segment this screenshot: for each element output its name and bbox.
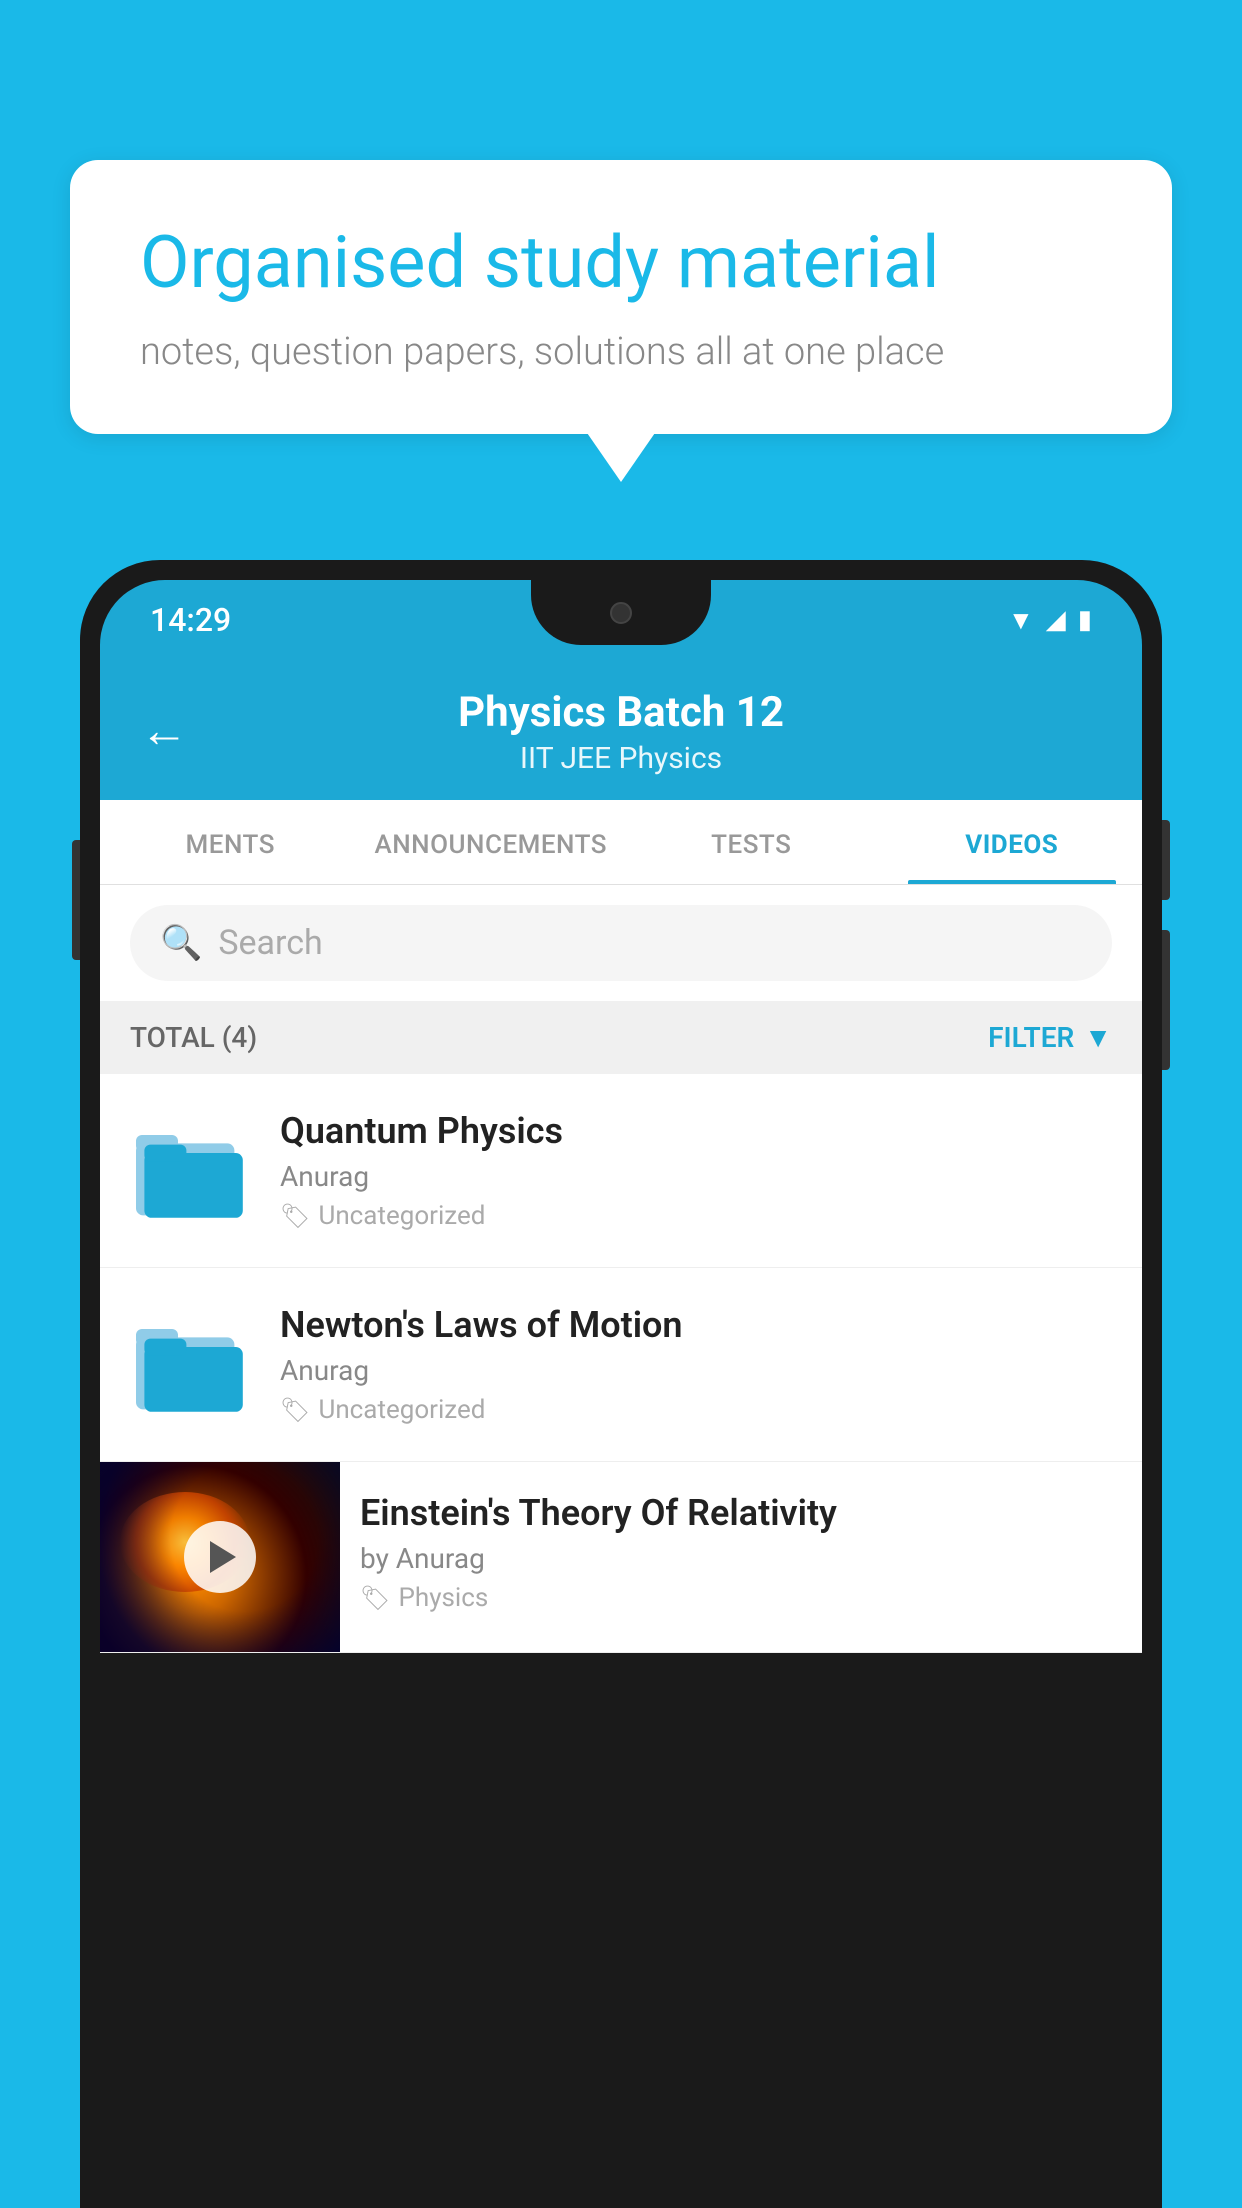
tag-icon: 🏷 xyxy=(360,1584,390,1612)
list-item[interactable]: Einstein's Theory Of Relativity by Anura… xyxy=(100,1462,1142,1653)
volume-down-button xyxy=(1162,930,1170,1070)
video-info: Quantum Physics Anurag 🏷 Uncategorized xyxy=(280,1110,1112,1231)
signal-icon: ◢ xyxy=(1046,605,1066,635)
play-triangle-icon xyxy=(210,1541,236,1573)
video-title: Einstein's Theory Of Relativity xyxy=(360,1492,1122,1534)
video-author: Anurag xyxy=(280,1160,1112,1193)
phone-notch xyxy=(531,580,711,645)
tab-videos[interactable]: VIDEOS xyxy=(882,800,1143,884)
video-tag: 🏷 Uncategorized xyxy=(280,1395,1112,1425)
video-tag: 🏷 Uncategorized xyxy=(280,1201,1112,1231)
tab-assignments[interactable]: MENTS xyxy=(100,800,361,884)
volume-button xyxy=(72,840,80,960)
folder-thumbnail xyxy=(130,1116,250,1226)
video-title: Newton's Laws of Motion xyxy=(280,1304,1112,1346)
search-icon: 🔍 xyxy=(160,923,202,963)
promo-section: Organised study material notes, question… xyxy=(70,160,1172,434)
phone-frame: 14:29 ▼ ◢ ▮ ← Physics Batch 12 IIT JEE P… xyxy=(80,560,1162,2208)
batch-subtitle: IIT JEE Physics xyxy=(140,741,1102,776)
search-section: 🔍 Search xyxy=(100,885,1142,1001)
total-count: TOTAL (4) xyxy=(130,1021,257,1054)
filter-icon: ▼ xyxy=(1084,1021,1112,1054)
status-time: 14:29 xyxy=(150,601,231,639)
app-header: ← Physics Batch 12 IIT JEE Physics xyxy=(100,660,1142,800)
tag-icon: 🏷 xyxy=(280,1396,310,1424)
list-item[interactable]: Quantum Physics Anurag 🏷 Uncategorized xyxy=(100,1074,1142,1268)
video-author: by Anurag xyxy=(360,1542,1122,1575)
batch-title: Physics Batch 12 xyxy=(140,688,1102,737)
phone-screen: 14:29 ▼ ◢ ▮ ← Physics Batch 12 IIT JEE P… xyxy=(100,580,1142,2188)
power-button xyxy=(1162,820,1170,900)
play-button[interactable] xyxy=(184,1521,256,1593)
promo-title: Organised study material xyxy=(140,220,1102,306)
front-camera xyxy=(610,602,632,624)
filter-bar: TOTAL (4) FILTER ▼ xyxy=(100,1001,1142,1074)
video-tag: 🏷 Physics xyxy=(360,1583,1122,1613)
video-author: Anurag xyxy=(280,1354,1112,1387)
thumbnail-image xyxy=(100,1462,340,1652)
video-info: Einstein's Theory Of Relativity by Anura… xyxy=(340,1462,1142,1643)
folder-icon xyxy=(130,1310,250,1420)
video-info: Newton's Laws of Motion Anurag 🏷 Uncateg… xyxy=(280,1304,1112,1425)
battery-icon: ▮ xyxy=(1078,605,1092,635)
filter-button[interactable]: FILTER ▼ xyxy=(988,1021,1112,1054)
back-button[interactable]: ← xyxy=(140,702,188,759)
status-bar: 14:29 ▼ ◢ ▮ xyxy=(100,580,1142,660)
promo-subtitle: notes, question papers, solutions all at… xyxy=(140,330,1102,374)
tab-announcements[interactable]: ANNOUNCEMENTS xyxy=(361,800,622,884)
search-bar[interactable]: 🔍 Search xyxy=(130,905,1112,981)
search-input[interactable]: Search xyxy=(218,923,322,963)
folder-icon xyxy=(130,1116,250,1226)
list-item[interactable]: Newton's Laws of Motion Anurag 🏷 Uncateg… xyxy=(100,1268,1142,1462)
speech-bubble: Organised study material notes, question… xyxy=(70,160,1172,434)
status-icons: ▼ ◢ ▮ xyxy=(1008,605,1092,636)
tag-icon: 🏷 xyxy=(280,1202,310,1230)
tabs-bar: MENTS ANNOUNCEMENTS TESTS VIDEOS xyxy=(100,800,1142,885)
video-thumbnail xyxy=(100,1462,340,1652)
wifi-icon: ▼ xyxy=(1008,605,1034,636)
folder-thumbnail xyxy=(130,1310,250,1420)
video-title: Quantum Physics xyxy=(280,1110,1112,1152)
tab-tests[interactable]: TESTS xyxy=(621,800,882,884)
video-list: Quantum Physics Anurag 🏷 Uncategorized xyxy=(100,1074,1142,1653)
